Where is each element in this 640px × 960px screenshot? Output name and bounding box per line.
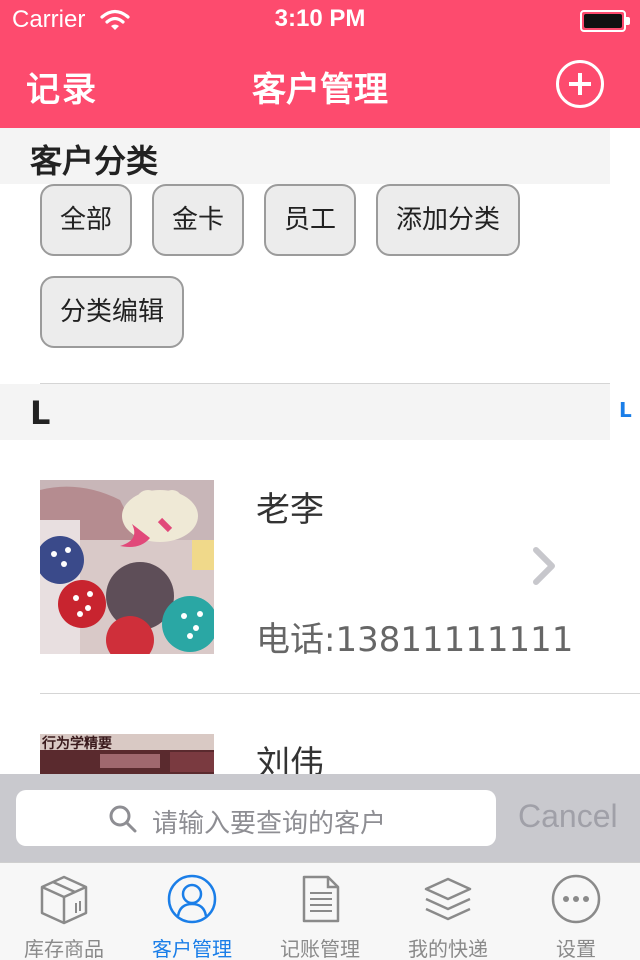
tab-label: 库存商品 [24, 937, 104, 960]
tab-label: 记账管理 [280, 937, 360, 960]
customer-row[interactable]: 老李 电话:13811111111 [0, 440, 640, 694]
plus-circle-icon[interactable] [556, 60, 604, 108]
svg-text:行为学精要: 行为学精要 [41, 735, 112, 752]
tab-inventory[interactable]: 库存商品 [0, 863, 128, 960]
category-chip-staff[interactable]: 员工 [264, 184, 356, 256]
tab-express[interactable]: 我的快递 [384, 863, 512, 960]
customer-row[interactable]: 行为学精要 刘伟 [0, 694, 640, 774]
battery-icon [580, 10, 630, 32]
chevron-right-icon [533, 547, 555, 585]
search-placeholder: 请输入要查询的客户 [152, 809, 387, 839]
top-bar: Carrier 3:10 PM 记录 客户管理 [0, 0, 640, 128]
tab-label: 客户管理 [152, 937, 232, 960]
customer-phone: 电话:13811111111 [256, 620, 574, 660]
tab-label: 设置 [556, 937, 596, 960]
tab-settings[interactable]: 设置 [512, 863, 640, 960]
customer-avatar: 行为学精要 [40, 734, 214, 774]
customer-name: 刘伟 [256, 744, 324, 774]
tab-label: 我的快递 [408, 937, 488, 960]
customer-avatar [40, 480, 214, 654]
user-icon [167, 874, 217, 924]
search-bar: 请输入要查询的客户 Cancel [0, 774, 640, 862]
layers-icon [424, 877, 472, 921]
cancel-button[interactable]: Cancel [518, 798, 618, 835]
add-category-button[interactable]: 添加分类 [376, 184, 520, 256]
page-title: 客户管理 [252, 70, 388, 110]
index-section-header: L [0, 384, 610, 440]
edit-category-button[interactable]: 分类编辑 [40, 276, 184, 348]
customer-name: 老李 [256, 490, 324, 530]
search-icon [109, 805, 137, 833]
index-section-letter: L [30, 394, 51, 432]
category-chip-gold-card[interactable]: 金卡 [152, 184, 244, 256]
category-chip-all[interactable]: 全部 [40, 184, 132, 256]
tab-bar: 库存商品 客户管理 记账管理 我的快递 设置 [0, 862, 640, 960]
status-time: 3:10 PM [274, 5, 366, 32]
tab-accounting[interactable]: 记账管理 [256, 863, 384, 960]
document-icon [302, 875, 340, 923]
index-sidebar-letter[interactable]: L [619, 398, 632, 422]
box-icon [40, 875, 88, 925]
tab-customers[interactable]: 客户管理 [128, 863, 256, 960]
more-icon [551, 874, 601, 924]
category-section-header: 客户分类 [0, 128, 610, 184]
category-header-label: 客户分类 [30, 142, 159, 180]
